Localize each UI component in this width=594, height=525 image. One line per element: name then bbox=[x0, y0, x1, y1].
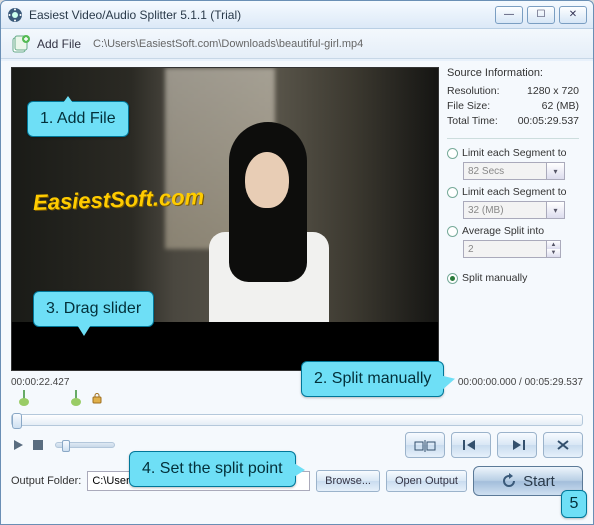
next-split-button[interactable] bbox=[497, 432, 537, 458]
volume-slider[interactable] bbox=[55, 442, 115, 448]
refresh-icon bbox=[501, 473, 517, 489]
callout-split-manually: 2. Split manually bbox=[301, 361, 444, 397]
opt-split-manually[interactable]: Split manually bbox=[447, 272, 579, 284]
time-range: 00:00:00.000 / 00:05:29.537 bbox=[458, 377, 583, 388]
play-button[interactable] bbox=[11, 438, 25, 452]
maximize-button[interactable]: ☐ bbox=[527, 6, 555, 24]
range-start-marker[interactable] bbox=[19, 390, 29, 404]
close-button[interactable]: ✕ bbox=[559, 6, 587, 24]
prev-split-icon bbox=[461, 438, 481, 452]
minimize-button[interactable]: — bbox=[495, 6, 523, 24]
set-split-point-icon bbox=[414, 438, 436, 452]
resolution-value: 1280 x 720 bbox=[527, 85, 579, 97]
resolution-label: Resolution: bbox=[447, 85, 500, 97]
segment-size-input[interactable] bbox=[463, 201, 547, 219]
app-window: Easiest Video/Audio Splitter 5.1.1 (Tria… bbox=[0, 0, 594, 525]
add-file-icon bbox=[11, 34, 31, 54]
callout-add-file: 1. Add File bbox=[27, 101, 129, 137]
source-info-header: Source Information: bbox=[447, 67, 579, 79]
spinner-icon[interactable]: ▲▼ bbox=[547, 240, 561, 258]
split-marker-track[interactable] bbox=[11, 390, 583, 408]
opt-average-split[interactable]: Average Split into bbox=[447, 225, 579, 237]
output-folder-label: Output Folder: bbox=[11, 475, 81, 487]
totaltime-label: Total Time: bbox=[447, 115, 498, 127]
delete-split-button[interactable] bbox=[543, 432, 583, 458]
callout-drag-slider: 3. Drag slider bbox=[33, 291, 154, 327]
seek-thumb[interactable] bbox=[12, 413, 22, 429]
set-split-point-button[interactable] bbox=[405, 432, 445, 458]
cut-icon bbox=[555, 438, 571, 452]
segment-time-input[interactable] bbox=[463, 162, 547, 180]
loaded-file-path: C:\Users\EasiestSoft.com\Downloads\beaut… bbox=[93, 38, 363, 50]
stop-icon bbox=[33, 440, 43, 450]
radio-icon bbox=[447, 187, 458, 198]
stop-button[interactable] bbox=[31, 438, 45, 452]
prev-split-button[interactable] bbox=[451, 432, 491, 458]
add-file-button[interactable]: Add File bbox=[37, 37, 81, 51]
play-icon bbox=[12, 439, 24, 451]
lock-icon[interactable] bbox=[91, 392, 103, 404]
radio-selected-icon bbox=[447, 273, 458, 284]
app-icon bbox=[7, 7, 23, 23]
window-title: Easiest Video/Audio Splitter 5.1.1 (Tria… bbox=[29, 8, 495, 22]
next-split-icon bbox=[507, 438, 527, 452]
split-marker[interactable] bbox=[71, 390, 81, 404]
opt-limit-time[interactable]: Limit each Segment to bbox=[447, 147, 579, 159]
titlebar[interactable]: Easiest Video/Audio Splitter 5.1.1 (Tria… bbox=[1, 1, 593, 29]
current-time: 00:00:22.427 bbox=[11, 377, 69, 388]
filesize-value: 62 (MB) bbox=[542, 100, 579, 112]
volume-thumb[interactable] bbox=[62, 440, 70, 452]
chevron-down-icon[interactable]: ▾ bbox=[547, 162, 565, 180]
opt-limit-size[interactable]: Limit each Segment to bbox=[447, 186, 579, 198]
toolbar: Add File C:\Users\EasiestSoft.com\Downlo… bbox=[1, 29, 593, 59]
totaltime-value: 00:05:29.537 bbox=[518, 115, 579, 127]
open-output-button[interactable]: Open Output bbox=[386, 470, 467, 492]
average-split-input[interactable] bbox=[463, 240, 547, 258]
browse-button[interactable]: Browse... bbox=[316, 470, 380, 492]
filesize-label: File Size: bbox=[447, 100, 490, 112]
radio-icon bbox=[447, 148, 458, 159]
radio-icon bbox=[447, 226, 458, 237]
sidebar: Source Information: Resolution: 1280 x 72… bbox=[447, 67, 579, 371]
callout-set-split-point: 4. Set the split point bbox=[129, 451, 296, 487]
seek-slider[interactable] bbox=[11, 414, 583, 426]
callout-start: 5 bbox=[561, 490, 587, 518]
chevron-down-icon[interactable]: ▾ bbox=[547, 201, 565, 219]
